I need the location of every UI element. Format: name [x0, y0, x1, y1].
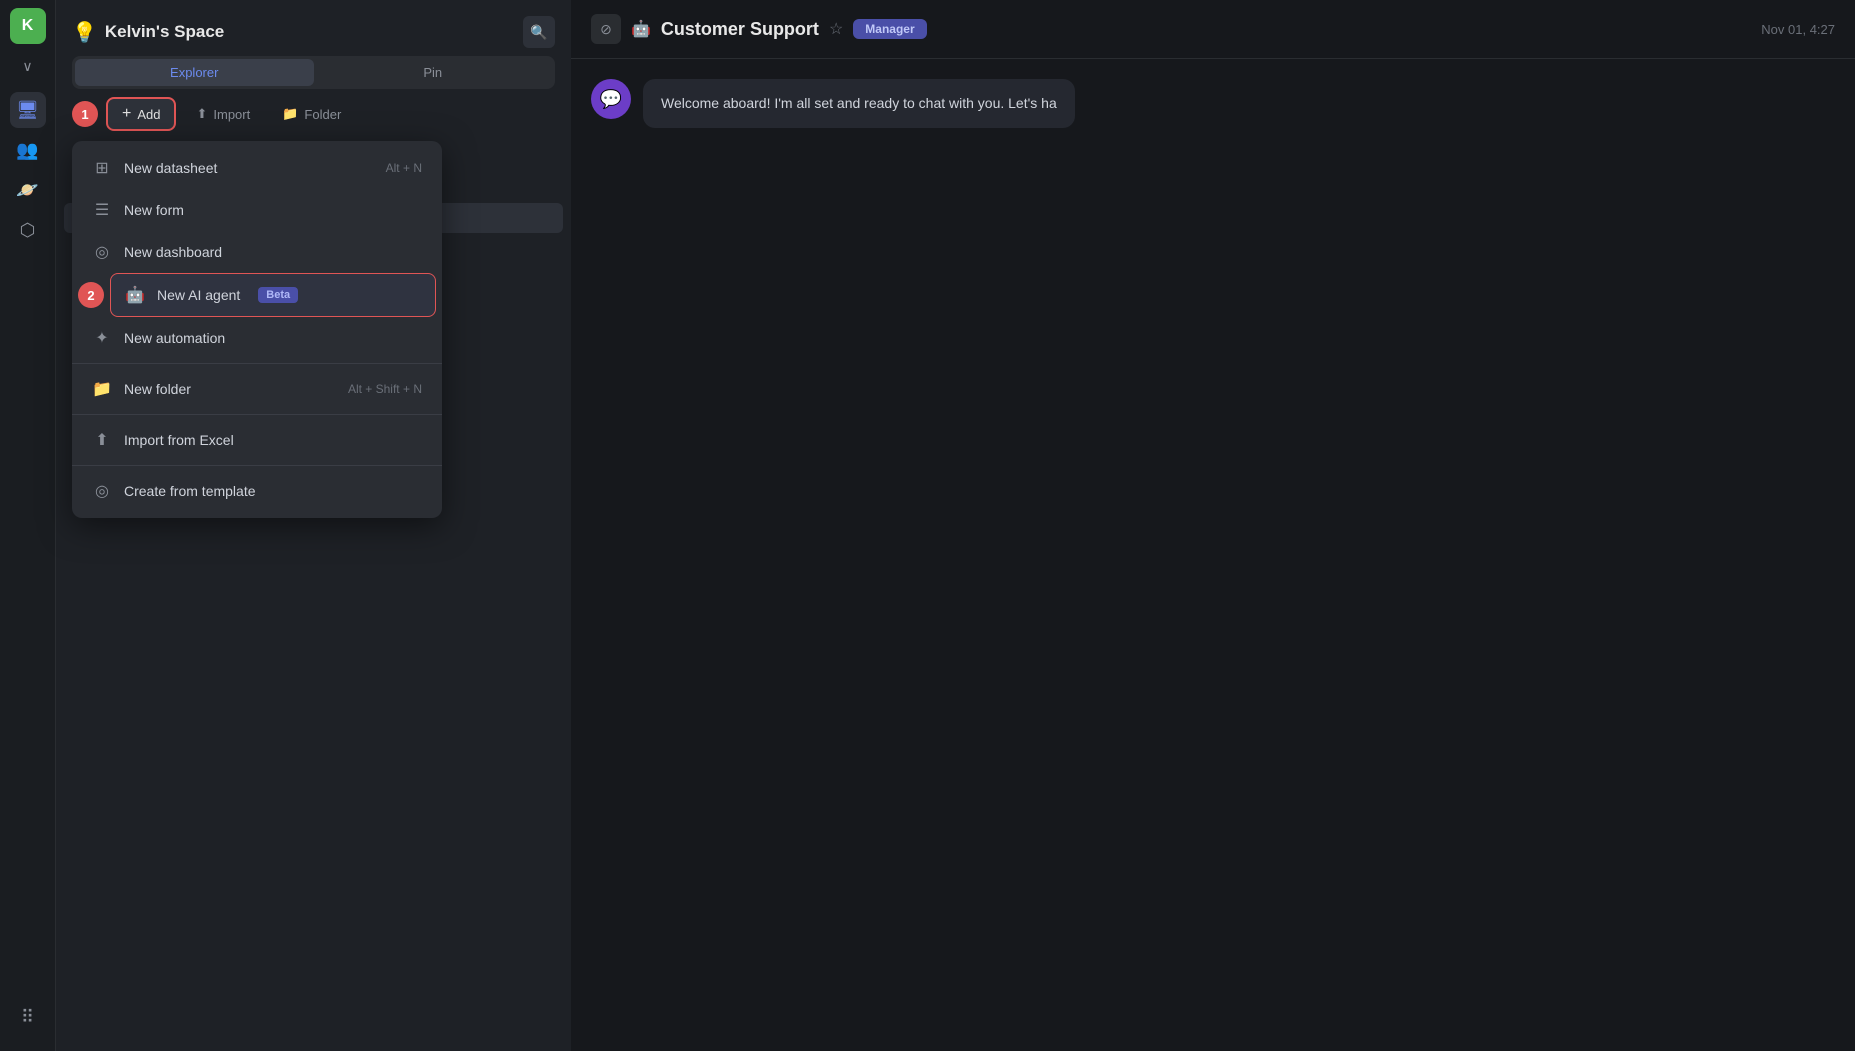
folder-shortcut: Alt + Shift + N — [348, 382, 422, 396]
datasheet-icon: ⊞ — [92, 158, 112, 178]
add-label: Add — [137, 107, 160, 122]
step-2-badge: 2 — [78, 282, 104, 308]
datasheet-shortcut: Alt + N — [386, 161, 422, 175]
divider-2 — [72, 414, 442, 415]
header-title: Customer Support — [661, 19, 819, 40]
menu-item-new-ai-agent[interactable]: 🤖 New AI agent Beta — [110, 273, 436, 317]
star-button[interactable]: ☆ — [829, 19, 843, 39]
add-button[interactable]: + Add — [106, 97, 176, 131]
menu-item-new-form[interactable]: ☰ New form — [72, 189, 442, 231]
chat-message: 💬 Welcome aboard! I'm all set and ready … — [591, 79, 1835, 128]
sidebar-icon-users[interactable]: 👥 — [10, 132, 46, 168]
dashboard-icon: ◎ — [92, 242, 112, 262]
menu-item-create-template[interactable]: ◎ Create from template — [72, 470, 442, 512]
tab-explorer[interactable]: Explorer — [75, 59, 314, 86]
menu-item-label-automation: New automation — [124, 330, 225, 346]
menu-item-label-folder: New folder — [124, 381, 191, 397]
header-right: Nov 01, 4:27 — [1761, 22, 1835, 37]
menu-item-label-ai-agent: New AI agent — [157, 287, 240, 303]
main-content: ⊘ 🤖 Customer Support ☆ Manager Nov 01, 4… — [571, 0, 1855, 1051]
sidebar-icon-monitor[interactable]: 🖥 — [10, 92, 46, 128]
menu-item-new-dashboard[interactable]: ◎ New dashboard — [72, 231, 442, 273]
space-icon: 💡 — [72, 20, 97, 45]
import-icon: ⬆ — [196, 106, 207, 122]
icon-sidebar: K ∨ 🖥 👥 🪐 ⬡ ⠿ — [0, 0, 56, 1051]
explorer-panel: 💡 Kelvin's Space 🔍 Explorer Pin 1 + Add … — [56, 0, 571, 1051]
menu-item-new-automation[interactable]: ✦ New automation — [72, 317, 442, 359]
step-1-badge: 1 — [72, 101, 98, 127]
divider-3 — [72, 465, 442, 466]
header-robot-icon: 🤖 — [631, 19, 651, 39]
bot-avatar: 💬 — [591, 79, 631, 119]
sidebar-icon-shield[interactable]: ⬡ — [10, 212, 46, 248]
search-button[interactable]: 🔍 — [523, 16, 555, 48]
tab-pin[interactable]: Pin — [314, 59, 553, 86]
explorer-header: 💡 Kelvin's Space 🔍 — [56, 0, 571, 56]
menu-item-import-excel[interactable]: ⬆ Import from Excel — [72, 419, 442, 461]
new-folder-icon: 📁 — [92, 379, 112, 399]
folder-button[interactable]: 📁 Folder — [270, 100, 353, 128]
main-header: ⊘ 🤖 Customer Support ☆ Manager Nov 01, 4… — [571, 0, 1855, 59]
template-icon: ◎ — [92, 481, 112, 501]
menu-item-label-form: New form — [124, 202, 184, 218]
tabs-row: Explorer Pin — [72, 56, 555, 89]
action-row: 1 + Add ⬆ Import 📁 Folder ⊞ New datashee… — [72, 97, 555, 131]
folder-icon: 📁 — [282, 106, 298, 122]
menu-item-label-template: Create from template — [124, 483, 256, 499]
plus-icon: + — [122, 105, 131, 123]
form-icon: ☰ — [92, 200, 112, 220]
ai-agent-icon: 🤖 — [125, 285, 145, 305]
sidebar-icon-dots[interactable]: ⠿ — [10, 999, 46, 1035]
menu-item-label-datasheet: New datasheet — [124, 160, 217, 176]
avatar[interactable]: K — [10, 8, 46, 44]
timestamp: Nov 01, 4:27 — [1761, 22, 1835, 37]
menu-item-new-folder[interactable]: 📁 New folder Alt + Shift + N — [72, 368, 442, 410]
space-title: Kelvin's Space — [105, 22, 515, 42]
menu-item-new-datasheet[interactable]: ⊞ New datasheet Alt + N — [72, 147, 442, 189]
menu-item-label-dashboard: New dashboard — [124, 244, 222, 260]
header-collapse-btn[interactable]: ⊘ — [591, 14, 621, 44]
import-label: Import — [213, 107, 250, 122]
manager-badge: Manager — [853, 19, 926, 39]
import-button[interactable]: ⬆ Import — [184, 100, 262, 128]
collapse-sidebar-btn[interactable]: ∨ — [10, 52, 46, 80]
sidebar-icon-explore[interactable]: 🪐 — [10, 172, 46, 208]
folder-label: Folder — [304, 107, 341, 122]
chat-area: 💬 Welcome aboard! I'm all set and ready … — [571, 59, 1855, 1051]
automation-icon: ✦ — [92, 328, 112, 348]
add-dropdown-menu: ⊞ New datasheet Alt + N ☰ New form ◎ New… — [72, 141, 442, 518]
message-bubble: Welcome aboard! I'm all set and ready to… — [643, 79, 1075, 128]
import-excel-icon: ⬆ — [92, 430, 112, 450]
divider-1 — [72, 363, 442, 364]
menu-item-label-import-excel: Import from Excel — [124, 432, 234, 448]
beta-badge: Beta — [258, 287, 298, 303]
